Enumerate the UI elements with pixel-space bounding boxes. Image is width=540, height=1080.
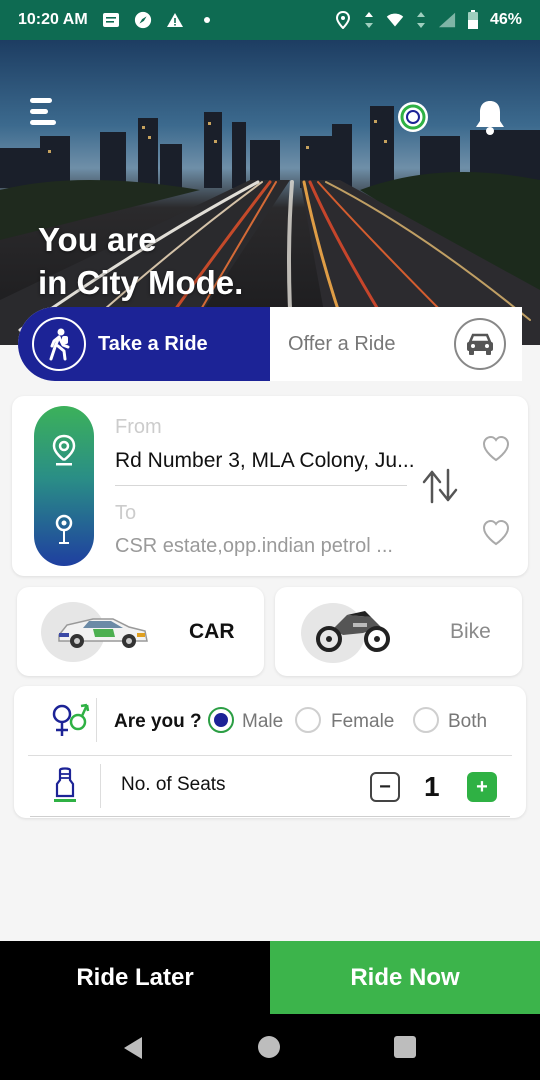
vehicle-option-bike[interactable]: Bike <box>275 587 522 676</box>
car-image-icon <box>53 609 153 658</box>
gender-row-separator <box>96 698 97 742</box>
preferences-divider <box>28 755 512 756</box>
menu-icon[interactable] <box>30 98 60 132</box>
notification-bell-icon[interactable] <box>472 98 508 136</box>
ride-now-button[interactable]: Ride Now <box>270 941 540 1014</box>
compass-icon <box>134 11 152 29</box>
are-you-label: Are you ? <box>114 711 202 732</box>
nav-recents-icon[interactable] <box>394 1036 416 1058</box>
data-arrows-icon-2 <box>412 11 430 29</box>
to-address-field[interactable]: CSR estate,opp.indian petrol ... <box>115 535 415 558</box>
status-time: 10:20 AM <box>18 11 88 28</box>
take-a-ride-label: Take a Ride <box>98 332 208 355</box>
to-label: To <box>115 502 137 524</box>
signal-icon <box>438 11 456 29</box>
gender-radio-female[interactable] <box>295 707 321 733</box>
vehicle-option-car[interactable]: CAR <box>17 587 264 676</box>
swap-locations-icon[interactable] <box>416 462 464 510</box>
favorite-to-heart-icon[interactable] <box>482 519 510 546</box>
seat-icon <box>52 766 78 811</box>
gender-label-both: Both <box>448 711 488 732</box>
ride-mode-toggle: Take a Ride Offer a Ride <box>18 307 522 381</box>
warning-icon <box>166 11 184 29</box>
battery-icon <box>464 10 482 29</box>
system-nav-bar <box>0 1014 540 1080</box>
car-label: CAR <box>189 620 235 643</box>
seat-row-separator <box>100 764 101 808</box>
seat-count-value: 1 <box>424 771 440 802</box>
bike-label: Bike <box>450 620 491 643</box>
ride-later-button[interactable]: Ride Later <box>0 941 270 1014</box>
wifi-icon <box>386 11 404 29</box>
take-a-ride-tab[interactable]: Take a Ride <box>18 307 270 381</box>
offer-a-ride-tab[interactable]: Offer a Ride <box>270 307 522 381</box>
notification-dot-icon <box>198 11 216 29</box>
battery-percent: 46% <box>489 11 522 28</box>
nav-home-icon[interactable] <box>258 1036 280 1058</box>
car-icon <box>454 318 506 370</box>
location-target-icon[interactable] <box>396 100 430 134</box>
gender-radio-both[interactable] <box>413 707 439 733</box>
location-divider <box>115 485 407 486</box>
status-bar: 10:20 AM 46% <box>0 0 540 40</box>
favorite-from-heart-icon[interactable] <box>482 435 510 462</box>
hero-title-line-1: You are <box>38 221 157 258</box>
no-of-seats-label: No. of Seats <box>121 774 226 795</box>
gender-label-female: Female <box>331 711 395 732</box>
seat-increment-button[interactable]: + <box>467 772 497 802</box>
gender-label-male: Male <box>242 711 284 732</box>
ride-preferences-card: Are you ? Male Female Both No. of Seats … <box>14 686 526 818</box>
gender-radio-male[interactable] <box>208 707 234 733</box>
hero-title-line-2: in City Mode. <box>38 264 244 301</box>
location-icon <box>334 11 352 29</box>
seat-decrement-button[interactable]: − <box>370 772 400 802</box>
offer-a-ride-label: Offer a Ride <box>288 332 396 355</box>
data-arrows-icon <box>360 11 378 29</box>
message-icon <box>102 11 120 29</box>
hero-banner: You are in City Mode. <box>0 40 540 345</box>
preferences-bottom-line <box>30 816 510 817</box>
nav-back-icon[interactable] <box>122 1036 144 1065</box>
city-mode-title: You are in City Mode. <box>38 218 243 304</box>
from-label: From <box>115 416 162 438</box>
bike-image-icon <box>313 605 393 658</box>
drop-pin-icon <box>52 514 76 553</box>
location-card: From Rd Number 3, MLA Colony, Ju... To C… <box>12 396 528 576</box>
pickup-pin-icon <box>50 434 78 471</box>
route-indicator <box>34 406 94 566</box>
from-address-field[interactable]: Rd Number 3, MLA Colony, Ju... <box>115 449 415 473</box>
gender-icon <box>50 700 90 745</box>
walking-person-icon <box>32 317 86 371</box>
